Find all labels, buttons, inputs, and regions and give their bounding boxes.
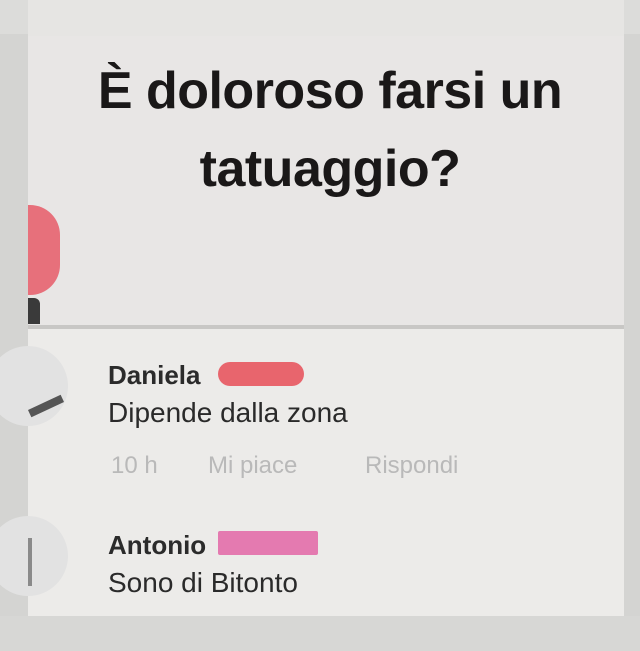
post-title-line-2: tatuaggio? [199,140,461,198]
comment-author-daniela[interactable]: Daniela [108,360,201,391]
like-button[interactable]: Mi piace [208,452,297,480]
reply-button[interactable]: Rispondi [365,452,458,480]
comment-author-antonio[interactable]: Antonio [108,530,206,561]
partial-image-dark [28,298,40,324]
post-title: È doloroso farsi un tatuaggio? [40,52,620,208]
comment-timestamp: 10 h [111,452,158,479]
redaction-mark [218,362,304,386]
post-title-line-1: È doloroso farsi un [97,62,563,120]
comment-text-daniela: Dipende dalla zona [108,397,348,428]
redaction-mark [218,531,318,555]
avatar-image-detail [28,538,32,586]
comment-text-antonio: Sono di Bitonto [108,567,298,598]
photo-bottom-border [0,616,640,651]
